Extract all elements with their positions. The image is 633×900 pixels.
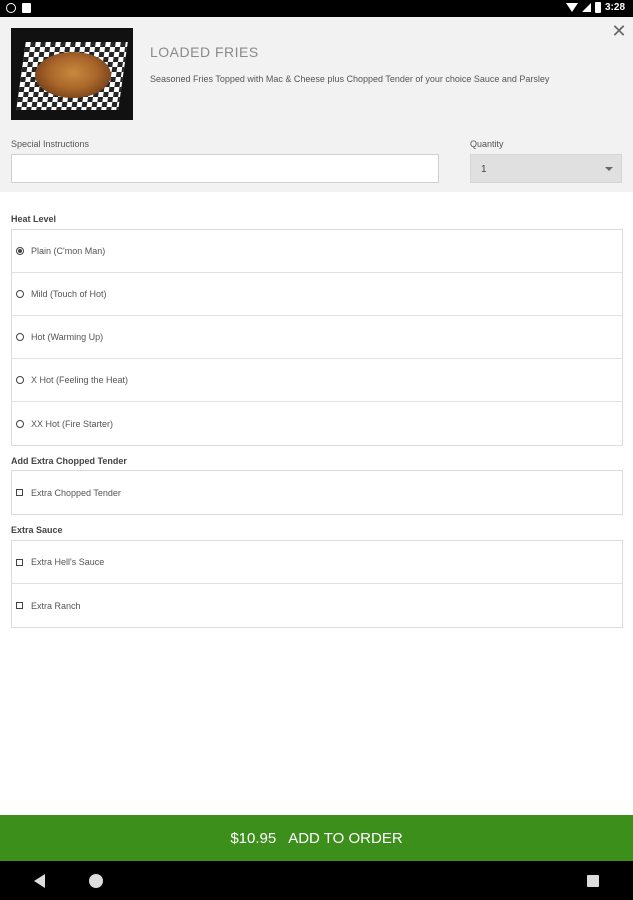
quantity-value: 1 bbox=[481, 164, 487, 175]
radio-selected-icon bbox=[16, 247, 24, 255]
extra-sauce-title: Extra Sauce bbox=[11, 525, 63, 535]
heat-option-hot[interactable]: Hot (Warming Up) bbox=[12, 316, 622, 359]
close-icon[interactable]: ✕ bbox=[611, 22, 627, 40]
special-instructions-input[interactable] bbox=[11, 154, 439, 183]
option-label: Plain (C'mon Man) bbox=[31, 246, 106, 256]
extra-tender-option[interactable]: Extra Chopped Tender bbox=[12, 471, 622, 514]
option-label: X Hot (Feeling the Heat) bbox=[31, 375, 129, 385]
item-image bbox=[11, 28, 133, 120]
order-price: $10.95 bbox=[230, 829, 277, 847]
option-label: Extra Chopped Tender bbox=[31, 487, 121, 498]
heat-option-x-hot[interactable]: X Hot (Feeling the Heat) bbox=[12, 359, 622, 402]
radio-icon bbox=[16, 376, 24, 384]
heat-level-title: Heat Level bbox=[11, 214, 57, 224]
quantity-label: Quantity bbox=[470, 139, 504, 149]
extra-hells-sauce-option[interactable]: Extra Hell's Sauce bbox=[12, 541, 622, 584]
notification-icon bbox=[6, 3, 16, 13]
extra-tender-options: Extra Chopped Tender bbox=[11, 470, 623, 515]
option-label: Hot (Warming Up) bbox=[31, 332, 104, 342]
status-bar: 3:28 bbox=[0, 0, 633, 17]
option-label: Extra Ranch bbox=[31, 600, 81, 611]
extra-tender-title: Add Extra Chopped Tender bbox=[11, 456, 127, 466]
heat-option-xx-hot[interactable]: XX Hot (Fire Starter) bbox=[12, 402, 622, 445]
wifi-icon bbox=[565, 3, 578, 12]
radio-icon bbox=[16, 333, 24, 341]
heat-option-mild[interactable]: Mild (Touch of Hot) bbox=[12, 273, 622, 316]
option-label: XX Hot (Fire Starter) bbox=[31, 418, 114, 429]
heat-option-plain[interactable]: Plain (C'mon Man) bbox=[12, 230, 622, 273]
sd-card-icon bbox=[22, 3, 31, 13]
extra-ranch-option[interactable]: Extra Ranch bbox=[12, 584, 622, 627]
option-label: Mild (Touch of Hot) bbox=[31, 289, 107, 299]
checkbox-icon bbox=[16, 558, 23, 566]
checkbox-icon bbox=[16, 489, 23, 496]
back-icon[interactable] bbox=[34, 874, 45, 888]
recents-icon[interactable] bbox=[587, 875, 599, 887]
battery-icon bbox=[594, 2, 601, 13]
radio-icon bbox=[16, 290, 24, 298]
status-time: 3:28 bbox=[604, 2, 625, 13]
caret-down-icon bbox=[605, 167, 613, 171]
radio-icon bbox=[16, 419, 24, 428]
quantity-select[interactable]: 1 bbox=[470, 154, 622, 183]
heat-level-options: Plain (C'mon Man) Mild (Touch of Hot) Ho… bbox=[11, 229, 623, 446]
navigation-bar bbox=[0, 861, 633, 900]
home-icon[interactable] bbox=[89, 874, 103, 888]
special-instructions-label: Special Instructions bbox=[11, 139, 90, 149]
add-to-order-label: ADD TO ORDER bbox=[288, 829, 403, 847]
signal-icon bbox=[581, 3, 591, 12]
extra-sauce-options: Extra Hell's Sauce Extra Ranch bbox=[11, 540, 623, 628]
item-header: LOADED FRIES Seasoned Fries Topped with … bbox=[0, 17, 633, 192]
option-label: Extra Hell's Sauce bbox=[31, 557, 105, 567]
checkbox-icon bbox=[16, 602, 23, 609]
item-description: Seasoned Fries Topped with Mac & Cheese … bbox=[150, 74, 550, 84]
add-to-order-button[interactable]: $10.95 ADD TO ORDER bbox=[0, 815, 633, 861]
item-title: LOADED FRIES bbox=[150, 44, 259, 60]
